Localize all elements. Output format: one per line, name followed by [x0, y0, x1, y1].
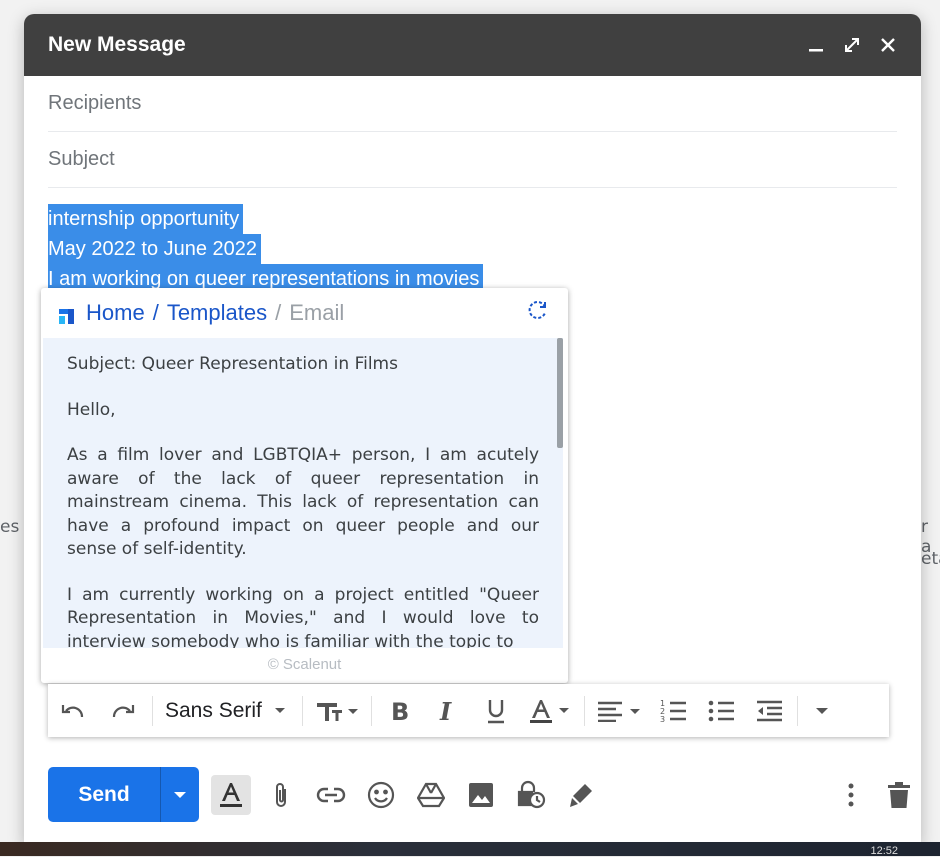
align-icon[interactable]	[589, 691, 649, 731]
discard-draft-icon[interactable]	[882, 775, 916, 815]
bold-icon[interactable]: B	[376, 691, 424, 731]
body-line: May 2022 to June 2022	[48, 234, 262, 264]
message-body[interactable]: internship opportunity May 2022 to June …	[48, 204, 484, 294]
toolbar-divider	[583, 695, 585, 726]
minimize-icon[interactable]	[807, 36, 825, 54]
toolbar-divider	[796, 695, 798, 726]
refresh-icon[interactable]	[526, 298, 550, 328]
insert-drive-file-icon[interactable]	[411, 775, 451, 815]
toolbar-divider	[152, 695, 153, 726]
template-paragraph: As a film lover and LGBTQIA+ person, I a…	[67, 445, 539, 559]
chevron-down-icon	[274, 707, 285, 713]
bulleted-list-icon[interactable]	[697, 691, 745, 731]
recipients-input[interactable]	[48, 76, 897, 131]
toolbar-divider	[370, 695, 372, 726]
italic-icon[interactable]: I	[424, 691, 472, 731]
compose-titlebar[interactable]: New Message	[24, 14, 921, 76]
subject-field[interactable]	[48, 132, 897, 188]
chevron-down-icon	[174, 791, 186, 798]
template-popup: Home / Templates / Email Subject: Queer …	[41, 288, 568, 683]
formatting-options-icon[interactable]	[211, 774, 251, 815]
popup-footer: © Scalenut	[267, 656, 342, 673]
breadcrumb: Home / Templates / Email	[41, 288, 568, 338]
breadcrumb-separator: /	[152, 300, 159, 325]
close-icon[interactable]	[879, 36, 897, 54]
more-options-icon[interactable]	[834, 775, 868, 815]
body-line: internship opportunity	[48, 204, 244, 234]
svg-text:3: 3	[660, 715, 665, 724]
indent-less-icon[interactable]	[745, 691, 793, 731]
background-text-fragment: eta	[921, 549, 940, 569]
numbered-list-icon[interactable]: 123	[649, 691, 697, 731]
redo-icon[interactable]	[98, 691, 148, 731]
breadcrumb-home[interactable]: Home	[86, 300, 145, 326]
scalenut-logo-icon	[59, 304, 78, 324]
os-taskbar: 12:52	[0, 842, 940, 857]
taskbar-clock: 12:52	[870, 845, 898, 857]
scrollbar[interactable]	[557, 338, 563, 448]
expand-icon[interactable]	[843, 36, 861, 54]
send-button[interactable]: Send	[48, 767, 160, 822]
breadcrumb-templates[interactable]: Templates	[167, 300, 267, 326]
template-paragraph: I am currently working on a project enti…	[67, 584, 539, 649]
breadcrumb-current: Email	[289, 300, 345, 325]
insert-signature-icon[interactable]	[561, 775, 601, 815]
recipients-field[interactable]	[48, 76, 897, 132]
schedule-send-dropdown[interactable]	[160, 767, 199, 822]
svg-text:I: I	[439, 699, 452, 723]
compose-title: New Message	[48, 33, 186, 56]
template-paragraph: Hello,	[67, 399, 116, 420]
template-content[interactable]: Subject: Queer Representation in Films H…	[43, 338, 563, 648]
more-formatting-icon[interactable]	[802, 691, 842, 731]
font-family-select[interactable]: Sans Serif	[157, 691, 298, 731]
compose-right-actions	[834, 767, 916, 822]
underline-icon[interactable]	[472, 691, 520, 731]
insert-emoji-icon[interactable]	[361, 775, 401, 815]
text-size-icon[interactable]	[307, 691, 367, 731]
text-color-icon[interactable]	[520, 691, 580, 731]
template-paragraph: Subject: Queer Representation in Films	[67, 354, 398, 374]
compose-actions: Send	[48, 767, 611, 822]
subject-input[interactable]	[48, 132, 897, 187]
background-text-fragment: es	[0, 517, 20, 537]
send-button-group: Send	[48, 767, 199, 822]
font-family-value: Sans Serif	[165, 698, 262, 722]
undo-icon[interactable]	[48, 691, 98, 731]
formatting-toolbar: Sans Serif B I 123	[48, 684, 889, 737]
breadcrumb-separator: /	[275, 300, 282, 325]
confidential-mode-icon[interactable]	[511, 775, 551, 815]
toolbar-divider	[301, 695, 303, 726]
attach-file-icon[interactable]	[261, 775, 301, 815]
insert-link-icon[interactable]	[311, 775, 351, 815]
svg-text:B: B	[391, 699, 409, 723]
insert-photo-icon[interactable]	[461, 775, 501, 815]
